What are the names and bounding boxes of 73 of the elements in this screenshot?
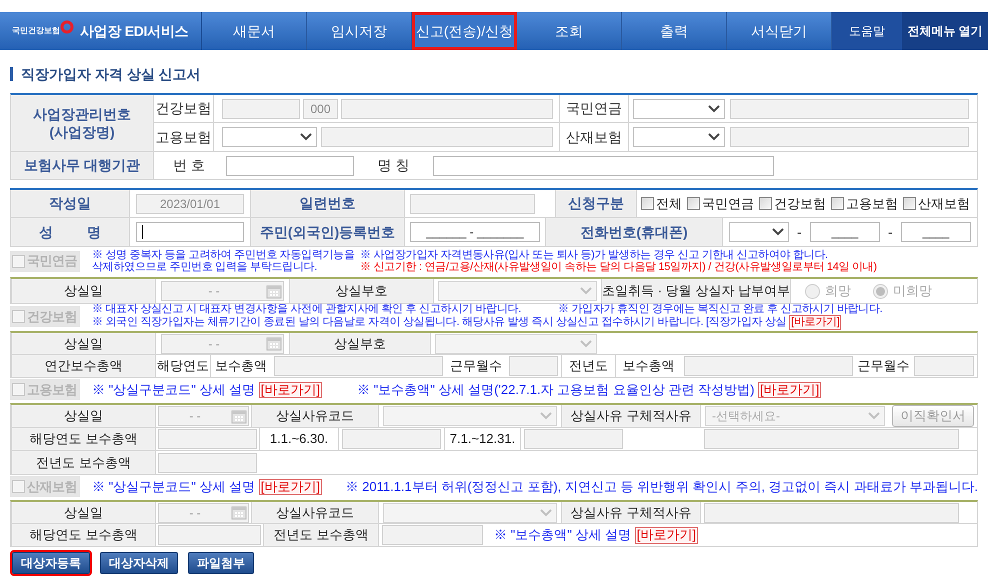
field-label: 상실사유 구체적사유 bbox=[561, 405, 701, 427]
action-button[interactable]: 파일첨부 bbox=[188, 552, 254, 574]
field-label: 작성일 bbox=[10, 190, 130, 217]
field-label: 고용보험 bbox=[156, 128, 212, 146]
field-label: 번 호 bbox=[173, 156, 205, 175]
note-text: ※ 대표자 상실신고 시 대표자 변경사항을 사전에 관할지사에 확인 후 신고하시기 바랍니다. bbox=[92, 303, 522, 316]
field-label: 주민(외국인)등록번호 bbox=[250, 218, 405, 246]
checkbox-label: 전체 bbox=[656, 194, 682, 213]
field-label: 보험사무 대행기관 bbox=[11, 152, 154, 179]
field-label: 상실일 bbox=[11, 333, 156, 354]
checkbox-label: 고용보험 bbox=[846, 194, 898, 213]
service-name: 사업장 EDI서비스 bbox=[80, 22, 188, 40]
field-label: 상실사유 구체적사유 bbox=[561, 502, 701, 523]
note-text: ※ "상실구분코드" 상세 설명 [바로가기] bbox=[92, 478, 323, 496]
field-label: 근무월수 bbox=[858, 357, 910, 376]
field-label: 사업장관리번호 (사업장명) bbox=[11, 95, 154, 151]
field-label: 해당연도 보수총액 bbox=[11, 428, 156, 450]
field-label: 명 칭 bbox=[378, 156, 410, 175]
logo-text: 국민건강보험 bbox=[12, 25, 60, 37]
field-label: 상실부호 bbox=[289, 333, 431, 354]
input-field[interactable]: ____ bbox=[900, 222, 971, 242]
note-text: ※ 2011.1.1부터 허위(정정신고 포함), 지연신고 등 위반행위 확인시 주의, 경고없이 즉시 과태료가 부과됩니다. bbox=[346, 478, 978, 496]
note-text: ※ 사업장가입자 자격변동사유(입사 또는 퇴사 등)가 발생하는 경우 신고 기한내 신고하여야 합니다. bbox=[360, 249, 829, 261]
field-label: 전년도 보수총액 bbox=[11, 451, 156, 474]
field-label: 해당연도 bbox=[157, 357, 209, 376]
menu-tab[interactable]: 조회 bbox=[517, 12, 622, 50]
field-label: 7.1.~12.31. bbox=[450, 430, 516, 448]
checkbox-label: 국민연금 bbox=[702, 194, 754, 213]
field-label: 건강보험 bbox=[156, 99, 212, 118]
menu-tab[interactable]: 새문서 bbox=[202, 12, 307, 50]
field-label: 연간보수총액 bbox=[11, 355, 156, 377]
note-text: ※ 외국인 직장가입자는 체류기간이 종료된 날의 다음날로 자격이 상실됩니다. 해당사유 발생 즉시 상실신고 접수하시기 바랍니다. [직장가입자 상실 [바로가기] bbox=[92, 315, 842, 330]
field-label: 일련번호 bbox=[250, 190, 405, 217]
field-label: 상실일 bbox=[11, 502, 156, 523]
field-label: 상실부호 bbox=[289, 279, 434, 303]
field-label: 신청구분 bbox=[555, 190, 637, 217]
field-label: 근무월수 bbox=[450, 357, 502, 376]
menu-tab[interactable]: 신고(전송)/신청 bbox=[412, 12, 517, 50]
note-text: ※ "보수총액" 상세 설명('22.7.1.자 고용보험 요율인상 관련 작성방법) [바로가기] bbox=[357, 380, 822, 400]
field-label: - bbox=[888, 222, 893, 242]
radio-label: 희망 bbox=[825, 282, 851, 300]
field-label: 상실일 bbox=[11, 405, 156, 427]
checkbox-label: 건강보험 bbox=[774, 194, 826, 213]
field-label: 상실사유코드 bbox=[251, 405, 379, 427]
field-label: 해당연도 보수총액 bbox=[11, 524, 156, 546]
field-label: 전화번호(휴대폰) bbox=[545, 218, 723, 246]
checkbox-label: 산재보험 bbox=[918, 194, 970, 213]
field-label: 상실일 bbox=[11, 279, 156, 303]
field-label: 초일취득 · 당월 상실자 납부여부 bbox=[601, 279, 791, 303]
input-field[interactable]: ____ bbox=[810, 222, 880, 242]
field-label: 상실사유코드 bbox=[251, 502, 379, 523]
field-label: 보수총액 bbox=[215, 357, 267, 376]
note-text: ※ 가입자가 휴직인 경우에는 복직신고 완료 후 신고하시기 바랍니다. bbox=[558, 303, 882, 316]
radio-label: 미희망 bbox=[893, 282, 932, 300]
field-label: 국민연금 bbox=[566, 99, 622, 118]
action-button[interactable]: 대상자등록 bbox=[12, 552, 90, 574]
action-button[interactable]: 대상자삭제 bbox=[100, 552, 178, 574]
note-text: ※ "상실구분코드" 상세 설명 [바로가기] bbox=[92, 380, 323, 400]
note-text: ※ 신고기한 : 연금/고용/산재(사유발생일이 속하는 달의 다음달 15일까지) / 건강(사유발생일로부터 14일 이내) bbox=[360, 261, 877, 273]
input-field[interactable]: ______ - _______ bbox=[410, 222, 540, 242]
field-label: 성 명 bbox=[10, 218, 130, 246]
field-label: 보수총액 bbox=[622, 357, 674, 376]
field-label: 전년도 보수총액 bbox=[263, 524, 379, 546]
field-label: 1.1.~6.30. bbox=[270, 430, 328, 448]
menu-tab[interactable]: 출력 bbox=[622, 12, 727, 50]
field-label: 산재보험 bbox=[566, 128, 622, 146]
page-title: 직장가입자 자격 상실 신고서 bbox=[21, 64, 201, 84]
field-label: 전년도 bbox=[569, 357, 608, 376]
field-label: - bbox=[797, 222, 802, 242]
all-menu-button[interactable]: 전체메뉴 열기 bbox=[902, 12, 988, 50]
help-button[interactable]: 도움말 bbox=[832, 12, 902, 50]
note-text: ※ 성명 중복자 등을 고려하여 주민번호 자동입력기능을 삭제하였으므로 주민번호 입력을 부탁드립니다. bbox=[92, 249, 356, 273]
note-text: ※ "보수총액" 상세 설명 [바로가기] bbox=[494, 526, 698, 545]
